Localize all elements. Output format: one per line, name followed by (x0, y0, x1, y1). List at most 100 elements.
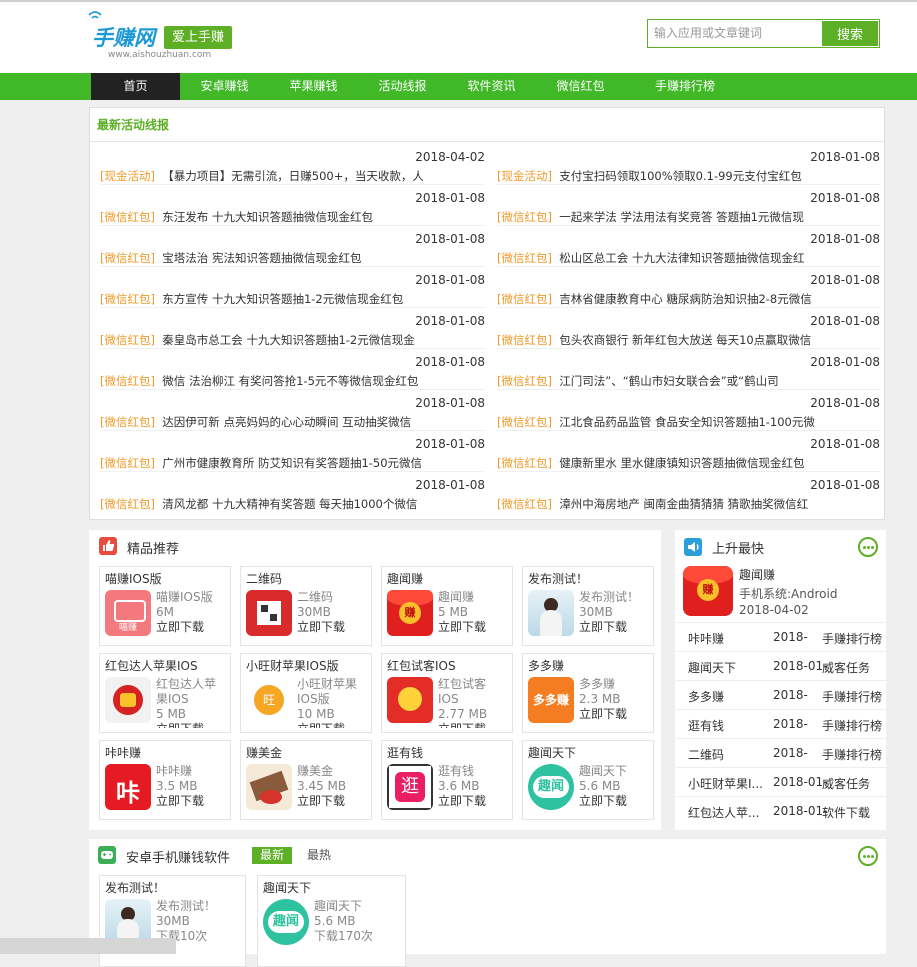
ranking-row[interactable]: 逛有钱 2018- 手赚排行榜 (675, 709, 888, 739)
news-item[interactable]: 2018-01-08 [微信红包] 达因伊可新 点亮妈妈的心心动瞬间 互动抽奖微信 (100, 390, 485, 431)
app-card[interactable]: 喵赚IOS版 喵赚 喵赚IOS版 6M 立即下载 (99, 566, 231, 646)
tab-hottest[interactable]: 最热 (299, 847, 339, 864)
app-card[interactable]: 多多赚 多多赚 多多赚 2.3 MB 立即下载 (522, 653, 654, 733)
news-item[interactable]: 2018-01-08 [微信红包] 一起来学法 学法用法有奖竞答 答题抽1元微信现 (497, 185, 880, 226)
news-item[interactable]: 2018-01-08 [现金活动] 支付宝扫码领取100%领取0.1-99元支付宝… (497, 144, 880, 185)
news-tag[interactable]: [微信红包] (100, 497, 155, 511)
news-tag[interactable]: [微信红包] (497, 415, 552, 429)
news-link[interactable]: [微信红包] 江北食品药品监管 食品安全知识答题抽1-100元微 (497, 414, 815, 430)
ranking-app-name[interactable]: 咔咔赚 (688, 630, 724, 647)
news-link[interactable]: [微信红包] 漳州中海房地产 闽南金曲猜猜猜 猜歌抽奖微信红 (497, 496, 808, 512)
ranking-category[interactable]: 手赚排行榜 (822, 717, 882, 734)
news-title[interactable]: 吉林省健康教育中心 糖尿病防治知识抽2-8元微信 (559, 292, 811, 306)
ranking-row[interactable]: 趣闻天下 2018-01- 威客任务 (675, 651, 888, 681)
search-button[interactable]: 搜索 (822, 21, 878, 46)
news-title[interactable]: 达因伊可新 点亮妈妈的心心动瞬间 互动抽奖微信 (162, 415, 411, 429)
horizontal-scrollbar[interactable] (0, 938, 176, 954)
news-link[interactable]: [现金活动] 支付宝扫码领取100%领取0.1-99元支付宝红包 (497, 168, 802, 184)
download-link[interactable]: 立即下载 (156, 794, 228, 809)
news-item[interactable]: 2018-01-08 [微信红包] 松山区总工会 十九大法律知识答题抽微信现金红 (497, 226, 880, 267)
news-tag[interactable]: [微信红包] (497, 374, 552, 388)
news-link[interactable]: [微信红包] 达因伊可新 点亮妈妈的心心动瞬间 互动抽奖微信 (100, 414, 411, 430)
app-card[interactable]: 趣闻赚赚趣闻赚 5 MB 立即下载 (381, 566, 513, 646)
news-title[interactable]: 一起来学法 学法用法有奖竞答 答题抽1元微信现 (559, 210, 804, 224)
news-tag[interactable]: [微信红包] (497, 292, 552, 306)
news-tag[interactable]: [微信红包] (100, 251, 155, 265)
news-link[interactable]: [微信红包] 秦皇岛市总工会 十九大知识答题抽1-2元微信现金 (100, 332, 415, 348)
news-title[interactable]: 漳州中海房地产 闽南金曲猜猜猜 猜歌抽奖微信红 (559, 497, 808, 511)
download-link[interactable]: 立即下载 (156, 620, 228, 635)
news-item[interactable]: 2018-01-08 [微信红包] 健康新里水 里水健康镇知识答题抽微信现金红包 (497, 431, 880, 472)
ranking-row[interactable]: 二维码 2018- 手赚排行榜 (675, 738, 888, 768)
news-link[interactable]: [微信红包] 松山区总工会 十九大法律知识答题抽微信现金红 (497, 250, 804, 266)
nav-item-software-news[interactable]: 软件资讯 (447, 73, 536, 100)
news-tag[interactable]: [微信红包] (497, 251, 552, 265)
news-item[interactable]: 2018-01-08 [微信红包] 微信 法治柳江 有奖问答抢1-5元不等微信现金… (100, 349, 485, 390)
app-card[interactable]: 咔咔赚咔咔咔赚 3.5 MB 立即下载 (99, 740, 231, 820)
news-item[interactable]: 2018-01-08 [微信红包] 包头农商银行 新年红包大放送 每天10点赢取微… (497, 308, 880, 349)
news-link[interactable]: [微信红包] 包头农商银行 新年红包大放送 每天10点赢取微信 (497, 332, 811, 348)
news-item[interactable]: 2018-01-08 [微信红包] 漳州中海房地产 闽南金曲猜猜猜 猜歌抽奖微信红 (497, 472, 880, 513)
news-tag[interactable]: [微信红包] (100, 456, 155, 470)
news-tag[interactable]: [微信红包] (100, 210, 155, 224)
news-item[interactable]: 2018-01-08 [微信红包] 东方宣传 十九大知识答题抽1-2元微信现金红包 (100, 267, 485, 308)
ranking-app-name[interactable]: 小旺财苹果I... (688, 775, 763, 792)
top-app-name[interactable]: 趣闻赚 (739, 566, 775, 583)
ranking-category[interactable]: 软件下载 (822, 804, 870, 821)
news-item[interactable]: 2018-01-08 [微信红包] 东汪发布 十九大知识答题抽微信现金红包 (100, 185, 485, 226)
news-item[interactable]: 2018-01-08 [微信红包] 秦皇岛市总工会 十九大知识答题抽1-2元微信现… (100, 308, 485, 349)
download-link[interactable]: 立即下载 (297, 722, 369, 728)
download-link[interactable]: 立即下载 (438, 722, 510, 728)
nav-item-home[interactable]: 首页 (91, 73, 180, 100)
news-link[interactable]: [微信红包] 吉林省健康教育中心 糖尿病防治知识抽2-8元微信 (497, 291, 812, 307)
news-link[interactable]: [微信红包] 东方宣传 十九大知识答题抽1-2元微信现金红包 (100, 291, 403, 307)
news-link[interactable]: [微信红包] 微信 法治柳江 有奖问答抢1-5元不等微信现金红包 (100, 373, 418, 389)
news-title[interactable]: 松山区总工会 十九大法律知识答题抽微信现金红 (559, 251, 804, 265)
news-title[interactable]: 微信 法治柳江 有奖问答抢1-5元不等微信现金红包 (162, 374, 418, 388)
news-tag[interactable]: [现金活动] (497, 169, 552, 183)
news-title[interactable]: 【暴力项目】无需引流，日赚500+，当天收款，人 (162, 169, 424, 183)
news-item[interactable]: 2018-01-08 [微信红包] 吉林省健康教育中心 糖尿病防治知识抽2-8元微… (497, 267, 880, 308)
more-icon[interactable] (858, 846, 878, 866)
ranking-category[interactable]: 手赚排行榜 (822, 746, 882, 763)
nav-item-ranking[interactable]: 手赚排行榜 (625, 73, 745, 100)
app-card[interactable]: 二维码 二维码 30MB 立即下载 (240, 566, 372, 646)
news-title[interactable]: 东汪发布 十九大知识答题抽微信现金红包 (162, 210, 373, 224)
ranking-category[interactable]: 威客任务 (822, 659, 870, 676)
red-envelope-app-icon[interactable]: 赚 (683, 566, 733, 616)
download-link[interactable]: 立即下载 (438, 620, 510, 635)
ranking-app-name[interactable]: 红包达人苹... (688, 804, 759, 821)
search-input[interactable] (648, 20, 814, 45)
news-tag[interactable]: [微信红包] (100, 333, 155, 347)
news-title[interactable]: 清风龙都 十九大精神有奖答题 每天抽1000个微信 (162, 497, 417, 511)
app-card[interactable]: 趣闻天下 趣闻 趣闻天下 5.6 MB 立即下载 (522, 740, 654, 820)
ranking-row[interactable]: 咔咔赚 2018- 手赚排行榜 (675, 622, 888, 652)
ranking-category[interactable]: 威客任务 (822, 775, 870, 792)
news-link[interactable]: [微信红包] 江门司法”、“鹤山市妇女联合会”或“鹤山司 (497, 373, 779, 389)
ranking-app-name[interactable]: 多多赚 (688, 688, 724, 705)
news-link[interactable]: [微信红包] 一起来学法 学法用法有奖竞答 答题抽1元微信现 (497, 209, 804, 225)
app-card[interactable]: 红包达人苹果IOS红包达人苹果IOS5 MB立即下载 (99, 653, 231, 733)
ranking-category[interactable]: 手赚排行榜 (822, 688, 882, 705)
ranking-category[interactable]: 手赚排行榜 (822, 630, 882, 647)
download-link[interactable]: 立即下载 (297, 620, 369, 635)
app-card[interactable]: 红包试客IOS红包试客IOS2.77 MB立即下载 (381, 653, 513, 733)
nav-item-activities[interactable]: 活动线报 (358, 73, 447, 100)
news-title[interactable]: 宝塔法治 宪法知识答题抽微信现金红包 (162, 251, 361, 265)
news-item[interactable]: 2018-01-08 [微信红包] 江门司法”、“鹤山市妇女联合会”或“鹤山司 (497, 349, 880, 390)
news-title[interactable]: 支付宝扫码领取100%领取0.1-99元支付宝红包 (559, 169, 801, 183)
news-title[interactable]: 秦皇岛市总工会 十九大知识答题抽1-2元微信现金 (162, 333, 414, 347)
news-tag[interactable]: [微信红包] (497, 333, 552, 347)
news-item[interactable]: 2018-04-02 [现金活动] 【暴力项目】无需引流，日赚500+，当天收款，… (100, 144, 485, 185)
news-item[interactable]: 2018-01-08 [微信红包] 江北食品药品监管 食品安全知识答题抽1-100… (497, 390, 880, 431)
news-link[interactable]: [微信红包] 东汪发布 十九大知识答题抽微信现金红包 (100, 209, 373, 225)
app-card[interactable]: 发布测试！ 发布测试！ 30MB 立即下载 (522, 566, 654, 646)
ranking-row[interactable]: 小旺财苹果I... 2018-01- 威客任务 (675, 767, 888, 797)
download-link[interactable]: 立即下载 (297, 794, 369, 809)
ranking-row[interactable]: 多多赚 2018- 手赚排行榜 (675, 680, 888, 710)
nav-item-wechat-redpacket[interactable]: 微信红包 (536, 73, 625, 100)
news-title[interactable]: 东方宣传 十九大知识答题抽1-2元微信现金红包 (162, 292, 403, 306)
download-link[interactable]: 立即下载 (579, 620, 651, 635)
news-tag[interactable]: [微信红包] (100, 292, 155, 306)
app-card[interactable]: 赚美金 赚美金 3.45 MB 立即下载 (240, 740, 372, 820)
